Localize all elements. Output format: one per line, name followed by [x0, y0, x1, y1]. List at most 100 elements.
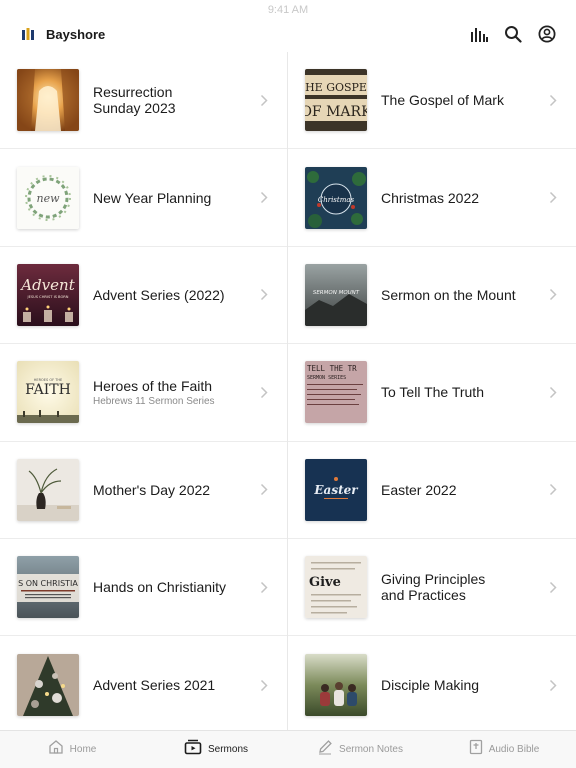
- sermon-row-mothers-day-2022[interactable]: Mother's Day 2022: [0, 442, 287, 539]
- thumb-text: THE GOSPEL: [305, 81, 367, 94]
- sermon-title: Advent Series (2022): [93, 286, 225, 303]
- sermon-thumbnail: [17, 458, 79, 521]
- header-actions: [468, 23, 558, 45]
- sermon-row-heroes-of-the-faith[interactable]: HEROES OF THE FAITH Heroes of the Faith …: [0, 344, 287, 442]
- sermon-texts: Advent Series (2022): [93, 287, 259, 303]
- sermon-title: Mother's Day 2022: [93, 481, 211, 498]
- chevron-right-icon: [259, 483, 269, 497]
- sermon-column-left: Resurrection Sunday 2023 new New Year Pl…: [0, 52, 288, 730]
- chevron-right-icon: [259, 580, 269, 594]
- chevron-right-icon: [548, 385, 558, 399]
- chevron-right-icon: [548, 288, 558, 302]
- status-time: 9:41 AM: [267, 4, 309, 16]
- sermon-texts: Christmas 2022: [381, 190, 548, 206]
- sermon-texts: Giving Principles and Practices: [381, 571, 548, 603]
- sermon-thumbnail: new: [17, 166, 79, 229]
- thumb-text: S ON CHRISTIA: [18, 579, 78, 588]
- sermon-title: New Year Planning: [93, 189, 212, 206]
- sermon-row-hands-on-christianity[interactable]: S ON CHRISTIA Hands on Christianity: [0, 539, 287, 637]
- sermon-title: Giving Principles and Practices: [381, 571, 486, 604]
- thumb-text: TELL THE TR: [307, 364, 357, 373]
- sermon-title: The Gospel of Mark: [381, 92, 504, 109]
- sermon-row-giving-principles-and-practices[interactable]: Give Giving Principles and Practices: [288, 539, 576, 637]
- thumb-text: new: [36, 192, 60, 205]
- tab-bar: Home Sermons Sermon Notes Audio Bible: [0, 730, 576, 768]
- sermon-texts: Resurrection Sunday 2023: [93, 84, 259, 116]
- sermon-row-disciple-making[interactable]: Disciple Making: [288, 636, 576, 733]
- logo-icon: [20, 26, 36, 42]
- thumb-subtext: SERMON SERIES: [307, 375, 346, 381]
- account-icon[interactable]: [536, 23, 558, 45]
- app-header: Bayshore: [0, 16, 576, 52]
- sermon-row-the-gospel-of-mark[interactable]: THE GOSPEL OF MARK The Gospel of Mark: [288, 52, 576, 150]
- sermon-thumbnail: S ON CHRISTIA: [17, 556, 79, 619]
- sermon-texts: To Tell The Truth: [381, 384, 548, 400]
- chevron-right-icon: [259, 191, 269, 205]
- sermon-thumbnail: HEROES OF THE FAITH: [17, 361, 79, 424]
- sermon-row-resurrection-sunday-2023[interactable]: Resurrection Sunday 2023: [0, 52, 287, 150]
- sermon-texts: New Year Planning: [93, 190, 259, 206]
- sermon-row-christmas-2022[interactable]: Christmas Christmas 2022: [288, 149, 576, 247]
- sermon-row-to-tell-the-truth[interactable]: TELL THE TR SERMON SERIES To Tell The Tr…: [288, 344, 576, 442]
- sermon-texts: The Gospel of Mark: [381, 92, 548, 108]
- sermon-row-new-year-planning[interactable]: new New Year Planning: [0, 149, 287, 247]
- sermon-thumbnail: Give: [305, 556, 367, 619]
- sermon-thumbnail: [305, 654, 367, 717]
- tab-sermons[interactable]: Sermons: [144, 731, 288, 768]
- chevron-right-icon: [259, 385, 269, 399]
- sermon-subtitle: Hebrews 11 Sermon Series: [93, 395, 215, 407]
- tab-sermon-notes[interactable]: Sermon Notes: [288, 731, 432, 768]
- sermon-title: Easter 2022: [381, 481, 457, 498]
- sermon-thumbnail: TELL THE TR SERMON SERIES: [305, 361, 367, 424]
- chevron-right-icon: [548, 93, 558, 107]
- thumb-text: Easter: [313, 483, 359, 497]
- sermon-title: Resurrection Sunday 2023: [93, 84, 176, 117]
- tab-home[interactable]: Home: [0, 731, 144, 768]
- thumb-text: Christmas: [318, 196, 355, 204]
- home-icon: [48, 739, 64, 760]
- chevron-right-icon: [548, 191, 558, 205]
- chevron-right-icon: [259, 678, 269, 692]
- sermon-texts: Heroes of the Faith Hebrews 11 Sermon Se…: [93, 378, 259, 407]
- thumb-subtext: OF MARK: [305, 104, 367, 120]
- thumb-subtext: JESUS CHRIST IS BORN: [27, 295, 69, 299]
- sermon-row-advent-series-2022[interactable]: Advent JESUS CHRIST IS BORN Advent Serie…: [0, 247, 287, 345]
- sermon-title: Heroes of the Faith: [93, 377, 213, 394]
- tab-label: Sermon Notes: [339, 744, 403, 755]
- sermon-grid: Resurrection Sunday 2023 new New Year Pl…: [0, 52, 576, 730]
- sermon-texts: Sermon on the Mount: [381, 287, 548, 303]
- audio-bars-icon[interactable]: [468, 23, 490, 45]
- sermon-thumbnail: [17, 654, 79, 717]
- sermon-row-sermon-on-the-mount[interactable]: SERMON MOUNT Sermon on the Mount: [288, 247, 576, 345]
- chevron-right-icon: [548, 580, 558, 594]
- sermon-title: To Tell The Truth: [381, 384, 484, 401]
- sermon-title: Hands on Christianity: [93, 579, 227, 596]
- search-icon[interactable]: [502, 23, 524, 45]
- sermon-texts: Advent Series 2021: [93, 677, 259, 693]
- thumb-text: SERMON MOUNT: [313, 290, 360, 296]
- sermon-thumbnail: Christmas: [305, 166, 367, 229]
- sermons-icon: [184, 739, 202, 760]
- chevron-right-icon: [259, 288, 269, 302]
- chevron-right-icon: [259, 93, 269, 107]
- app-title: Bayshore: [46, 26, 106, 42]
- tab-label: Home: [69, 744, 97, 755]
- status-bar: 9:41 AM: [0, 0, 576, 16]
- chevron-right-icon: [548, 678, 558, 692]
- sermon-texts: Mother's Day 2022: [93, 482, 259, 498]
- sermon-title: Sermon on the Mount: [381, 286, 516, 303]
- sermon-thumbnail: [17, 69, 79, 132]
- sermon-thumbnail: Easter: [305, 458, 367, 521]
- sermon-row-advent-series-2021[interactable]: Advent Series 2021: [0, 636, 287, 733]
- sermon-title: Disciple Making: [381, 677, 480, 694]
- sermon-texts: Easter 2022: [381, 482, 548, 498]
- sermon-title: Christmas 2022: [381, 189, 480, 206]
- sermon-texts: Hands on Christianity: [93, 579, 259, 595]
- sermon-row-easter-2022[interactable]: Easter Easter 2022: [288, 442, 576, 539]
- thumb-text: Advent: [19, 276, 75, 294]
- tab-audio-bible[interactable]: Audio Bible: [432, 731, 576, 768]
- sermon-title: Advent Series 2021: [93, 677, 216, 694]
- thumb-text: FAITH: [25, 382, 71, 398]
- pencil-icon: [317, 739, 333, 760]
- chevron-right-icon: [548, 483, 558, 497]
